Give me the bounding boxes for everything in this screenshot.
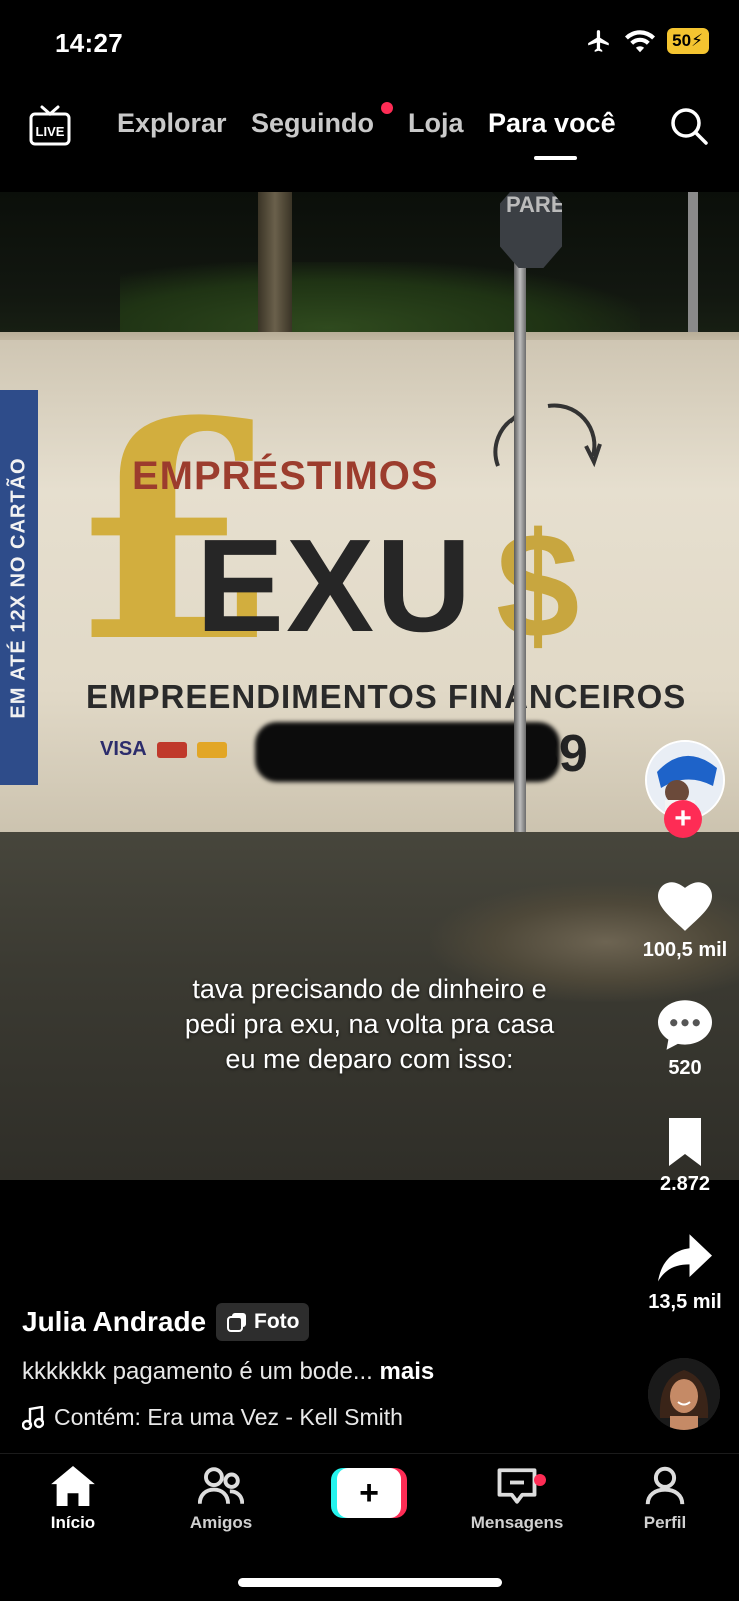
music-info[interactable]: Contém: Era uma Vez - Kell Smith [22,1404,403,1431]
cycle-arrows-icon [493,403,602,468]
music-disc-image [648,1358,720,1430]
share-count: 13,5 mil [648,1291,722,1313]
like-count: 100,5 mil [642,939,728,961]
battery-indicator: 50⚡ [667,28,709,54]
tab-explorar[interactable]: Explorar [117,108,227,139]
caption-line: tava precisando de dinheiro e [192,974,547,1004]
nav-label-inicio: Início [50,1513,96,1532]
share-icon [658,1234,712,1282]
tab-seguindo[interactable]: Seguindo [251,108,374,139]
plus-icon: + [337,1468,401,1518]
airplane-icon [588,30,609,52]
status-icons: 50⚡ [585,28,709,54]
more-link[interactable]: mais [380,1358,435,1385]
home-icon [51,1466,95,1506]
comment-icon [658,1000,712,1050]
photo-badge[interactable]: Foto [216,1303,310,1341]
wifi-icon [625,30,656,53]
music-title: Contém: Era uma Vez - Kell Smith [54,1404,403,1430]
stop-sign: PARE [500,192,562,268]
friends-icon [197,1467,245,1504]
caption-line: pedi pra exu, na volta pra casa [184,1009,555,1039]
like-button[interactable]: 100,5 mil [630,882,739,962]
search-icon[interactable] [669,106,709,146]
visa-logo: VISA [100,738,147,760]
tab-para-voce[interactable]: Para você [488,108,616,139]
nav-mensagens[interactable]: Mensagens [457,1466,577,1533]
comment-button[interactable]: 520 [630,1000,739,1080]
wall-blue-strip: EM ATÉ 12X NO CARTÃO [0,390,38,785]
comment-count: 520 [668,1057,702,1079]
save-button[interactable]: 2.872 [630,1118,739,1196]
sign-enterprise-text: EMPREENDIMENTOS FINANCEIROS [86,678,687,715]
mastercard-logo [156,741,187,758]
description-text: kkkkkkk pagamento é um bode... [22,1358,373,1385]
nav-perfil[interactable]: Perfil [605,1466,725,1533]
post-description[interactable]: kkkkkkk pagamento é um bode... mais [22,1358,434,1386]
heart-icon [658,882,712,931]
bookmark-icon [669,1118,701,1166]
dollar-symbol: $ [496,501,580,669]
sign-loans-text: EMPRÉSTIMOS [132,454,439,498]
tab-loja[interactable]: Loja [408,108,464,139]
charging-bolt-icon: ⚡ [691,31,703,50]
messages-notification-dot [534,1474,546,1486]
home-indicator[interactable] [238,1578,502,1587]
seguindo-notification-dot [381,102,393,114]
inbox-icon [497,1468,537,1504]
music-note-icon [22,1405,44,1430]
nav-amigos[interactable]: Amigos [161,1466,281,1533]
installment-text: EM ATÉ 12X NO CARTÃO [7,456,30,719]
photo-stack-icon [227,1313,246,1332]
share-button[interactable]: 13,5 mil [630,1234,739,1314]
payment-logos: VISA [100,738,227,761]
photo-badge-label: Foto [254,1310,300,1333]
caption-line: eu me deparo com isso: [225,1044,514,1074]
nav-label-amigos: Amigos [189,1513,253,1532]
stop-sign-pole [514,262,526,892]
nav-label-mensagens: Mensagens [470,1513,564,1532]
active-tab-indicator [534,156,577,160]
save-count: 2.872 [659,1173,711,1195]
profile-icon [645,1466,685,1505]
nav-label-perfil: Perfil [643,1513,687,1532]
live-icon[interactable]: LIVE [28,104,72,148]
hipercard-logo [196,741,227,758]
follow-button[interactable]: + [664,800,702,838]
utility-pole [688,192,698,342]
status-time: 14:27 [55,28,123,58]
nav-inicio[interactable]: Início [13,1466,133,1533]
post-photo[interactable]: EM ATÉ 12X NO CARTÃO £ EMPRÉSTIMOS EXU $… [0,192,739,1180]
author-name[interactable]: Julia Andrade [22,1306,206,1338]
music-disc-avatar[interactable] [648,1358,720,1430]
create-button[interactable]: + [331,1468,407,1518]
svg-text:LIVE: LIVE [36,124,65,139]
palm-trunk [258,192,292,342]
photo-caption: tava precisando de dinheiro e pedi pra e… [0,972,739,1077]
battery-level: 50 [672,31,692,50]
sign-brand-text: EXU [196,512,474,659]
